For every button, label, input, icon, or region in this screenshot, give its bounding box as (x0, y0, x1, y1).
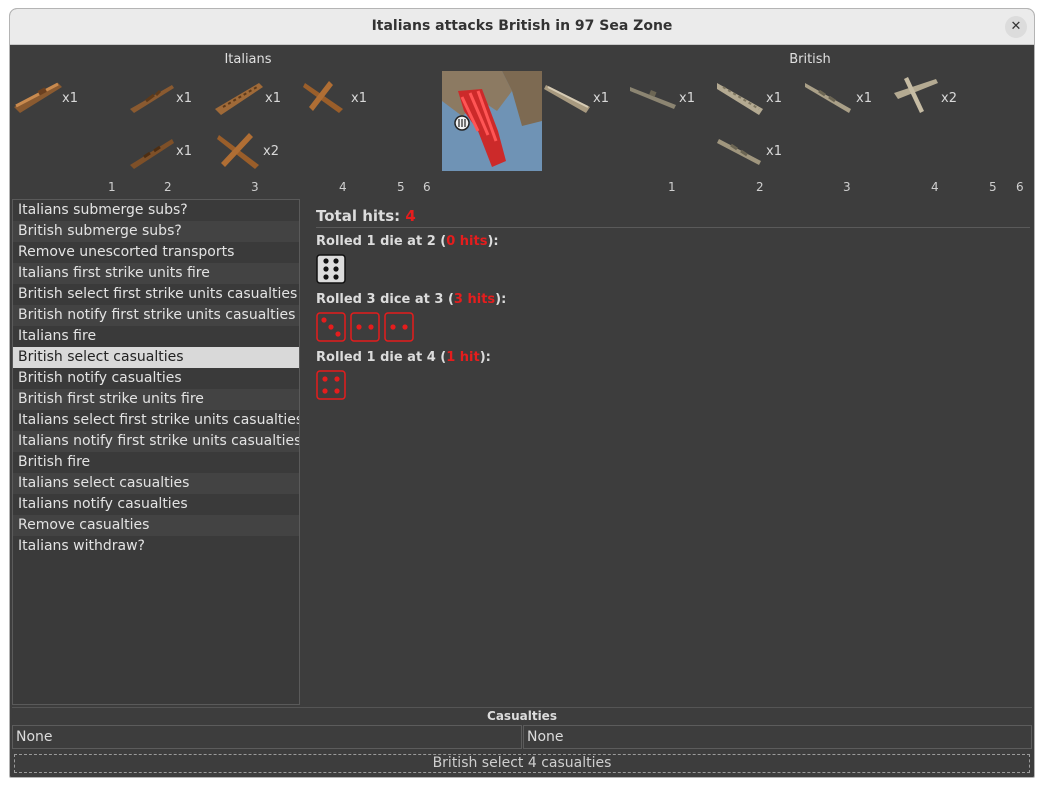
unit-count: x1 (265, 91, 281, 106)
roll-description: Rolled 1 die at 2 (0 hits): (316, 234, 1032, 249)
bomber-plane-icon (217, 133, 259, 169)
defender-casualties: None (523, 725, 1032, 749)
unit-count: x1 (176, 91, 192, 106)
battleship-icon (130, 139, 174, 169)
unit-count: x1 (766, 91, 782, 106)
window-title: Italians attacks British in 97 Sea Zone (371, 18, 673, 34)
step-item[interactable]: Italians withdraw? (13, 536, 299, 557)
die-face-icon (384, 312, 414, 342)
destroyer-ship-icon (130, 85, 174, 113)
attacker-casualties: None (12, 725, 522, 749)
close-button[interactable]: ✕ (1005, 16, 1027, 38)
attacker-column-3: 3 (251, 180, 259, 194)
roll-groups: Rolled 1 die at 2 (0 hits): Rolled 3 dice… (316, 234, 1032, 402)
dice-column-strip: 1 2 3 4 5 6 1 2 3 4 5 6 (10, 179, 1034, 197)
casualties-title: Casualties (12, 707, 1032, 723)
submarine-icon (630, 87, 676, 109)
defender-side-label: British (789, 52, 831, 67)
unit-count: x1 (856, 91, 872, 106)
step-item[interactable]: British select casualties (13, 347, 299, 368)
roll-hits: 0 hits (446, 234, 488, 249)
step-item[interactable]: Italians first strike units fire (13, 263, 299, 284)
total-hits: Total hits: 4 (316, 207, 1032, 225)
unit-count: x2 (941, 91, 957, 106)
step-item[interactable]: Italians select first strike units casua… (13, 410, 299, 431)
defender-column-1: 1 (668, 180, 676, 194)
unit-count: x1 (593, 91, 609, 106)
die-face-icon (316, 312, 346, 342)
step-item[interactable]: Italians select casualties (13, 473, 299, 494)
die-face-icon (316, 370, 346, 400)
attacker-column-2: 2 (164, 180, 172, 194)
total-hits-label: Total hits: (316, 207, 406, 225)
dice-row (316, 370, 1032, 402)
unit-count: x1 (679, 91, 695, 106)
step-item[interactable]: Italians fire (13, 326, 299, 347)
step-item[interactable]: British first strike units fire (13, 389, 299, 410)
unit-count: x2 (263, 144, 279, 159)
step-item[interactable]: Italians notify first strike units casua… (13, 431, 299, 452)
roll-hits: 3 hits (453, 292, 496, 307)
battleship-icon (717, 139, 761, 165)
casualties-panel: Casualties None None (12, 707, 1032, 749)
dice-row (316, 312, 1032, 344)
roll-prefix: Rolled 3 dice at 3 ( (316, 292, 454, 307)
roll-prefix: Rolled 1 die at 2 ( (316, 234, 447, 249)
fighter-plane-icon (894, 77, 938, 113)
battle-window: Italians attacks British in 97 Sea Zone … (9, 8, 1035, 778)
roll-results-panel: Total hits: 4 Rolled 1 die at 2 (0 hits)… (316, 207, 1032, 402)
fighter-plane-icon (303, 81, 343, 113)
roll-description: Rolled 1 die at 4 (1 hit): (316, 350, 1032, 365)
defender-column-4: 4 (931, 180, 939, 194)
step-item[interactable]: Remove unescorted transports (13, 242, 299, 263)
unit-count: x1 (351, 91, 367, 106)
carrier-ship-icon (215, 83, 263, 115)
roll-suffix: ): (495, 292, 507, 307)
roll-suffix: ): (479, 350, 491, 365)
unit-count: x1 (62, 91, 78, 106)
attacker-column-5: 5 (397, 180, 405, 194)
roll-description: Rolled 3 dice at 3 (3 hits): (316, 292, 1032, 307)
title-bar: Italians attacks British in 97 Sea Zone … (10, 9, 1034, 45)
roll-prefix: Rolled 1 die at 4 ( (316, 350, 447, 365)
step-item[interactable]: British submerge subs? (13, 221, 299, 242)
unit-count: x1 (766, 144, 782, 159)
step-item[interactable]: British notify casualties (13, 368, 299, 389)
defender-column-5: 5 (989, 180, 997, 194)
transport-ship-icon (14, 82, 62, 113)
total-hits-value: 4 (405, 207, 416, 225)
close-icon: ✕ (1010, 19, 1022, 34)
die-face-icon (350, 312, 380, 342)
divider (316, 227, 1030, 228)
territory-map (442, 71, 542, 171)
step-item[interactable]: British notify first strike units casual… (13, 305, 299, 326)
cruiser-ship-icon (805, 83, 851, 113)
roll-hits: 1 hit (446, 350, 480, 365)
attacker-column-6: 6 (423, 180, 431, 194)
step-item[interactable]: Remove casualties (13, 515, 299, 536)
attacker-column-4: 4 (339, 180, 347, 194)
transport-ship-icon (544, 85, 590, 113)
battle-steps-list[interactable]: Italians submerge subs? British submerge … (12, 199, 300, 705)
dice-row (316, 254, 1032, 286)
defender-column-3: 3 (843, 180, 851, 194)
unit-count: x1 (176, 144, 192, 159)
step-item[interactable]: Italians notify casualties (13, 494, 299, 515)
attacker-column-1: 1 (108, 180, 116, 194)
defender-column-2: 2 (756, 180, 764, 194)
step-item[interactable]: Italians submerge subs? (13, 200, 299, 221)
step-item[interactable]: British select first strike units casual… (13, 284, 299, 305)
select-casualties-button[interactable]: British select 4 casualties (14, 754, 1030, 773)
step-item[interactable]: British fire (13, 452, 299, 473)
die-face-icon (316, 254, 346, 284)
carrier-ship-icon (717, 83, 763, 115)
roll-suffix: ): (487, 234, 499, 249)
defender-column-6: 6 (1016, 180, 1024, 194)
attacker-side-label: Italians (224, 52, 272, 67)
